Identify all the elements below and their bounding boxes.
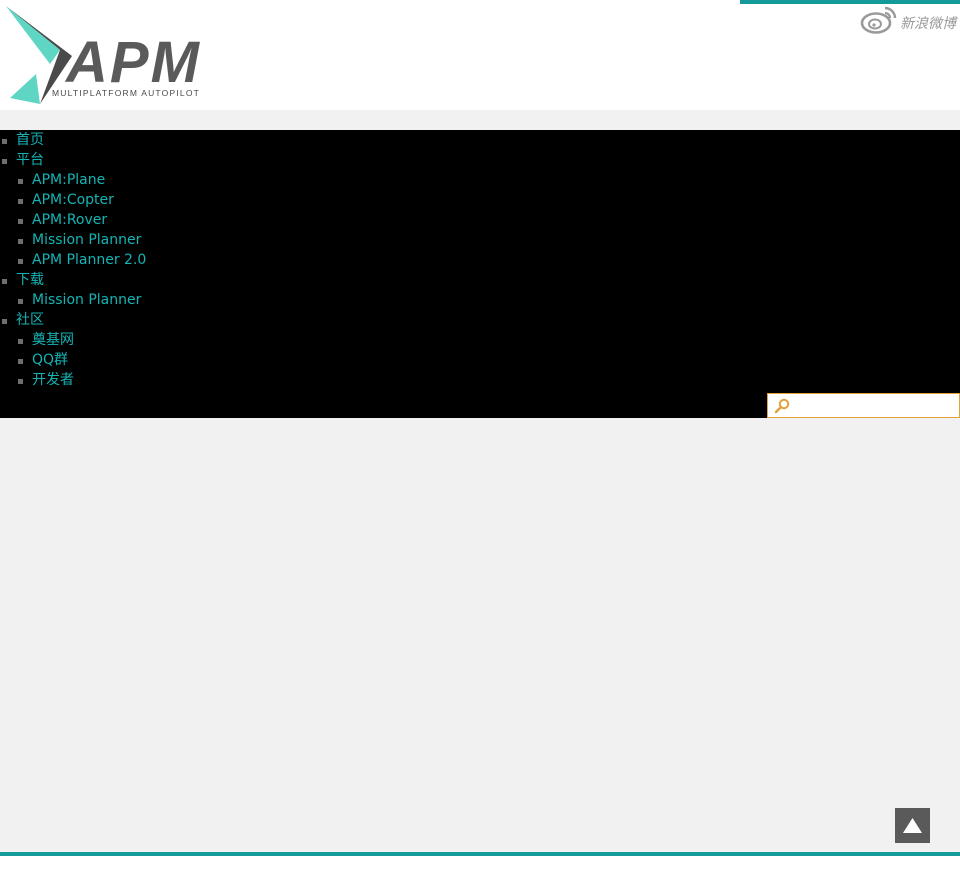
triangle-up-icon bbox=[903, 818, 922, 833]
footer bbox=[0, 856, 960, 873]
bullet-icon bbox=[18, 179, 23, 184]
bullet-icon bbox=[18, 199, 23, 204]
nav-link[interactable]: APM:Copter bbox=[32, 190, 114, 210]
site-logo[interactable]: APM MULTIPLATFORM AUTOPILOT bbox=[6, 4, 224, 106]
weibo-icon bbox=[860, 6, 897, 34]
bullet-icon bbox=[18, 239, 23, 244]
nav-link[interactable]: QQ群 bbox=[32, 350, 68, 370]
main-navigation: 首页 平台 APM:Plane APM:Copter APM:Rover Mission … bbox=[0, 130, 960, 418]
weibo-link[interactable]: 新浪微博 bbox=[860, 4, 960, 36]
nav-link[interactable]: APM:Rover bbox=[32, 210, 107, 230]
bullet-icon bbox=[2, 279, 7, 284]
nav-link[interactable]: 下载 bbox=[16, 270, 44, 290]
logo-tagline: MULTIPLATFORM AUTOPILOT bbox=[52, 88, 200, 98]
bullet-icon bbox=[18, 359, 23, 364]
nav-link[interactable]: APM:Plane bbox=[32, 170, 105, 190]
nav-link[interactable]: 首页 bbox=[16, 130, 44, 150]
nav-link[interactable]: Mission Planner bbox=[32, 290, 141, 310]
search-box bbox=[767, 393, 960, 418]
bullet-icon bbox=[2, 159, 7, 164]
nav-link[interactable]: 开发者 bbox=[32, 370, 74, 390]
bullet-icon bbox=[18, 299, 23, 304]
nav-link[interactable]: 奠基网 bbox=[32, 330, 74, 350]
search-icon[interactable] bbox=[774, 398, 790, 414]
nav-link[interactable]: Mission Planner bbox=[32, 230, 141, 250]
bullet-icon bbox=[18, 379, 23, 384]
scroll-to-top-button[interactable] bbox=[895, 808, 930, 843]
bullet-icon bbox=[18, 339, 23, 344]
nav-link[interactable]: APM Planner 2.0 bbox=[32, 250, 146, 270]
weibo-label: 新浪微博 bbox=[900, 16, 956, 32]
bullet-icon bbox=[2, 139, 7, 144]
nav-link[interactable]: 社区 bbox=[16, 310, 44, 330]
bullet-icon bbox=[18, 259, 23, 264]
nav-link[interactable]: 平台 bbox=[16, 150, 44, 170]
search-input[interactable] bbox=[794, 396, 958, 416]
site-header: APM MULTIPLATFORM AUTOPILOT 新浪微博 bbox=[0, 0, 960, 110]
bullet-icon bbox=[2, 319, 7, 324]
bullet-icon bbox=[18, 219, 23, 224]
logo-wordmark: APM bbox=[64, 30, 201, 95]
